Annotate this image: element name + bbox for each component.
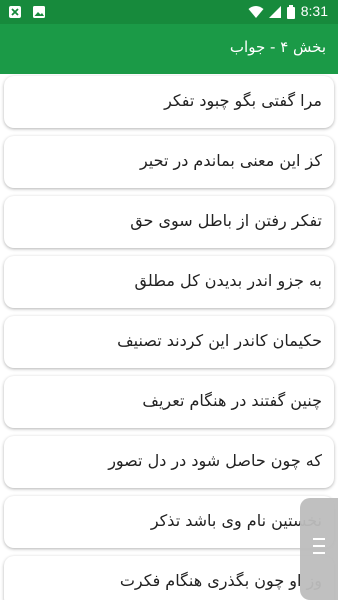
page-title: بخش ۴ - جواب bbox=[229, 38, 326, 56]
list-item[interactable]: تفکر رفتن از باطل سوی حق bbox=[4, 196, 334, 248]
list-item[interactable]: چنین گفتند در هنگام تعریف bbox=[4, 376, 334, 428]
verse-text: تفکر رفتن از باطل سوی حق bbox=[130, 211, 322, 230]
list-item[interactable]: به جزو اندر بدیدن کل مطلق bbox=[4, 256, 334, 308]
verse-text: نخستین نام وی باشد تذکر bbox=[150, 511, 322, 530]
verse-text: مرا گفتی بگو چبود تفکر bbox=[164, 91, 322, 110]
list-item[interactable]: وز او چون بگذری هنگام فکرت bbox=[4, 556, 334, 600]
status-time: 8:31 bbox=[300, 3, 328, 19]
list-item[interactable]: کز این معنی بماندم در تحیر bbox=[4, 136, 334, 188]
status-bar: 8:31 bbox=[0, 0, 338, 24]
grip-line bbox=[313, 545, 325, 547]
verse-list[interactable]: مرا گفتی بگو چبود تفکر کز این معنی بماند… bbox=[0, 74, 338, 600]
fast-scroll-handle[interactable] bbox=[300, 498, 338, 600]
app-bar: بخش ۴ - جواب bbox=[0, 24, 338, 74]
image-icon bbox=[33, 6, 45, 18]
verse-text: حکیمان کاندر این کردند تصنیف bbox=[117, 331, 322, 350]
battery-icon bbox=[287, 5, 295, 19]
list-item[interactable]: نخستین نام وی باشد تذکر bbox=[4, 496, 334, 548]
verse-text: به جزو اندر بدیدن کل مطلق bbox=[134, 271, 322, 290]
verse-text: کز این معنی بماندم در تحیر bbox=[139, 151, 322, 170]
list-item[interactable]: که چون حاصل شود در دل تصور bbox=[4, 436, 334, 488]
signal-icon bbox=[269, 6, 281, 18]
list-item[interactable]: حکیمان کاندر این کردند تصنیف bbox=[4, 316, 334, 368]
wifi-icon bbox=[248, 6, 264, 18]
verse-text: که چون حاصل شود در دل تصور bbox=[108, 451, 322, 470]
grip-line bbox=[313, 552, 325, 554]
verse-text: چنین گفتند در هنگام تعریف bbox=[142, 391, 322, 410]
grip-line bbox=[313, 538, 325, 540]
list-item[interactable]: مرا گفتی بگو چبود تفکر bbox=[4, 76, 334, 128]
verse-text: وز او چون بگذری هنگام فکرت bbox=[119, 571, 322, 590]
notification-x-icon bbox=[9, 6, 21, 18]
